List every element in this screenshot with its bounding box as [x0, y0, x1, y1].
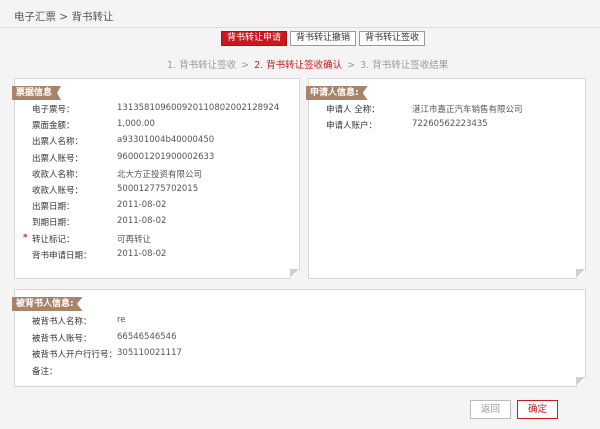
tab-endorse-sign[interactable]: 背书转让签收	[359, 31, 426, 46]
field-value: 305110021117	[117, 348, 182, 358]
field-value: 1,000.00	[117, 119, 155, 130]
breadcrumb: 电子汇票 > 背书转让	[14, 11, 114, 23]
required-star: *	[23, 232, 28, 243]
bill-info-row: 背书申请日期： 2011-08-02	[15, 249, 299, 261]
applicant-info-row: 申请人账户： 72260562223435	[309, 119, 585, 131]
bill-info-row: 收款人账号： 500012775702015	[15, 184, 299, 196]
bill-info-row: 到期日期： 2011-08-02	[15, 216, 299, 228]
panel-corner-shadow	[576, 269, 585, 278]
bill-info-row: 收款人名称： 北大方正投资有限公司	[15, 168, 299, 180]
endorsee-info-tag: 被背书人信息:	[12, 297, 83, 311]
applicant-info-panel: 申请人信息: 申请人 全称： 湛江市嘉正汽车销售有限公司申请人账户： 7226056…	[306, 78, 586, 279]
step-indicator: 1. 背书转让签收 >2. 背书转让签收确认 >3. 背书转让签收结果	[167, 57, 448, 71]
step-3: 3. 背书转让签收结果	[360, 60, 449, 71]
field-value: a93301004b40000450	[117, 135, 215, 146]
bill-info-row: 出票日期： 2011-08-02	[15, 200, 299, 212]
field-label: 被背书人账号：	[32, 333, 92, 344]
step-separator: >	[347, 60, 356, 71]
bill-info-row: 票面金额： 1,000.00	[15, 119, 299, 131]
field-label: 收款人名称：	[32, 169, 84, 180]
field-value: 960001201900002633	[117, 151, 215, 162]
field-value: 66546546546	[117, 331, 177, 342]
panel-corner-shadow	[576, 377, 585, 386]
confirm-button[interactable]: 确定	[517, 400, 558, 419]
field-value: 北大方正投资有限公司	[117, 169, 203, 180]
field-label: 被背书人开户行行号：	[32, 350, 118, 360]
field-value: re	[117, 315, 126, 325]
field-value: 72260562223435	[412, 119, 488, 129]
bill-info-row: * 转让标记： 可再转让	[15, 233, 299, 245]
field-label: 被背书人名称：	[32, 317, 92, 327]
tab-bar: 背书转让申请 背书转让撤销 背书转让签收	[221, 31, 426, 46]
bill-info-tag: 票据信息	[12, 86, 62, 100]
field-label: 收款人账号：	[32, 186, 84, 196]
field-label: 转让标记：	[32, 234, 75, 245]
back-button[interactable]: 返回	[470, 400, 511, 419]
bill-info-row: 出票人名称： a93301004b40000450	[15, 135, 299, 147]
field-value: 可再转让	[117, 234, 152, 245]
panel-corner-shadow	[290, 269, 299, 278]
applicant-info-row: 申请人 全称： 湛江市嘉正汽车销售有限公司	[309, 103, 585, 115]
header-divider	[0, 27, 600, 28]
endorsee-info-row: 备注：	[15, 365, 585, 377]
field-label: 备注：	[32, 366, 58, 377]
bill-info-row: 出票人账号： 960001201900002633	[15, 152, 299, 164]
field-label: 出票人账号：	[32, 153, 84, 164]
applicant-info-tag: 申请人信息:	[306, 86, 368, 100]
field-value: 2011-08-02	[117, 216, 167, 227]
field-label: 电子票号：	[32, 105, 75, 115]
tab-endorse-revoke[interactable]: 背书转让撤销	[290, 31, 357, 46]
field-label: 票面金额：	[32, 121, 75, 132]
endorsee-info-row: 被背书人开户行行号： 305110021117	[15, 348, 585, 360]
bill-info-panel: 票据信息 电子票号： 131358109600920110802002128924…	[12, 78, 300, 279]
field-label: 背书申请日期：	[32, 250, 92, 261]
field-label: 申请人账户：	[326, 121, 378, 131]
step-separator: >	[241, 60, 250, 71]
step-1: 1. 背书转让签收	[167, 60, 237, 71]
bill-info-row: 电子票号： 131358109600920110802002128924	[15, 103, 299, 115]
step-2-current: 2. 背书转让签收确认	[254, 60, 343, 71]
field-label: 出票日期：	[32, 202, 75, 213]
field-label: 申请人 全称：	[326, 105, 380, 115]
field-value: 2011-08-02	[117, 248, 167, 259]
endorsee-info-panel: 被背书人信息: 被背书人名称： re 被背书人账号： 66546546546 被背书人开…	[12, 289, 586, 387]
endorsee-info-row: 被背书人账号： 66546546546	[15, 332, 585, 344]
endorsee-info-row: 被背书人名称： re	[15, 315, 585, 327]
field-value: 湛江市嘉正汽车销售有限公司	[412, 105, 523, 115]
field-label: 出票人名称：	[32, 137, 84, 148]
field-value: 131358109600920110802002128924	[117, 103, 280, 113]
field-label: 到期日期：	[32, 218, 75, 229]
field-value: 500012775702015	[117, 184, 199, 194]
tab-endorse-apply[interactable]: 背书转让申请	[221, 31, 288, 46]
field-value: 2011-08-02	[117, 200, 167, 211]
